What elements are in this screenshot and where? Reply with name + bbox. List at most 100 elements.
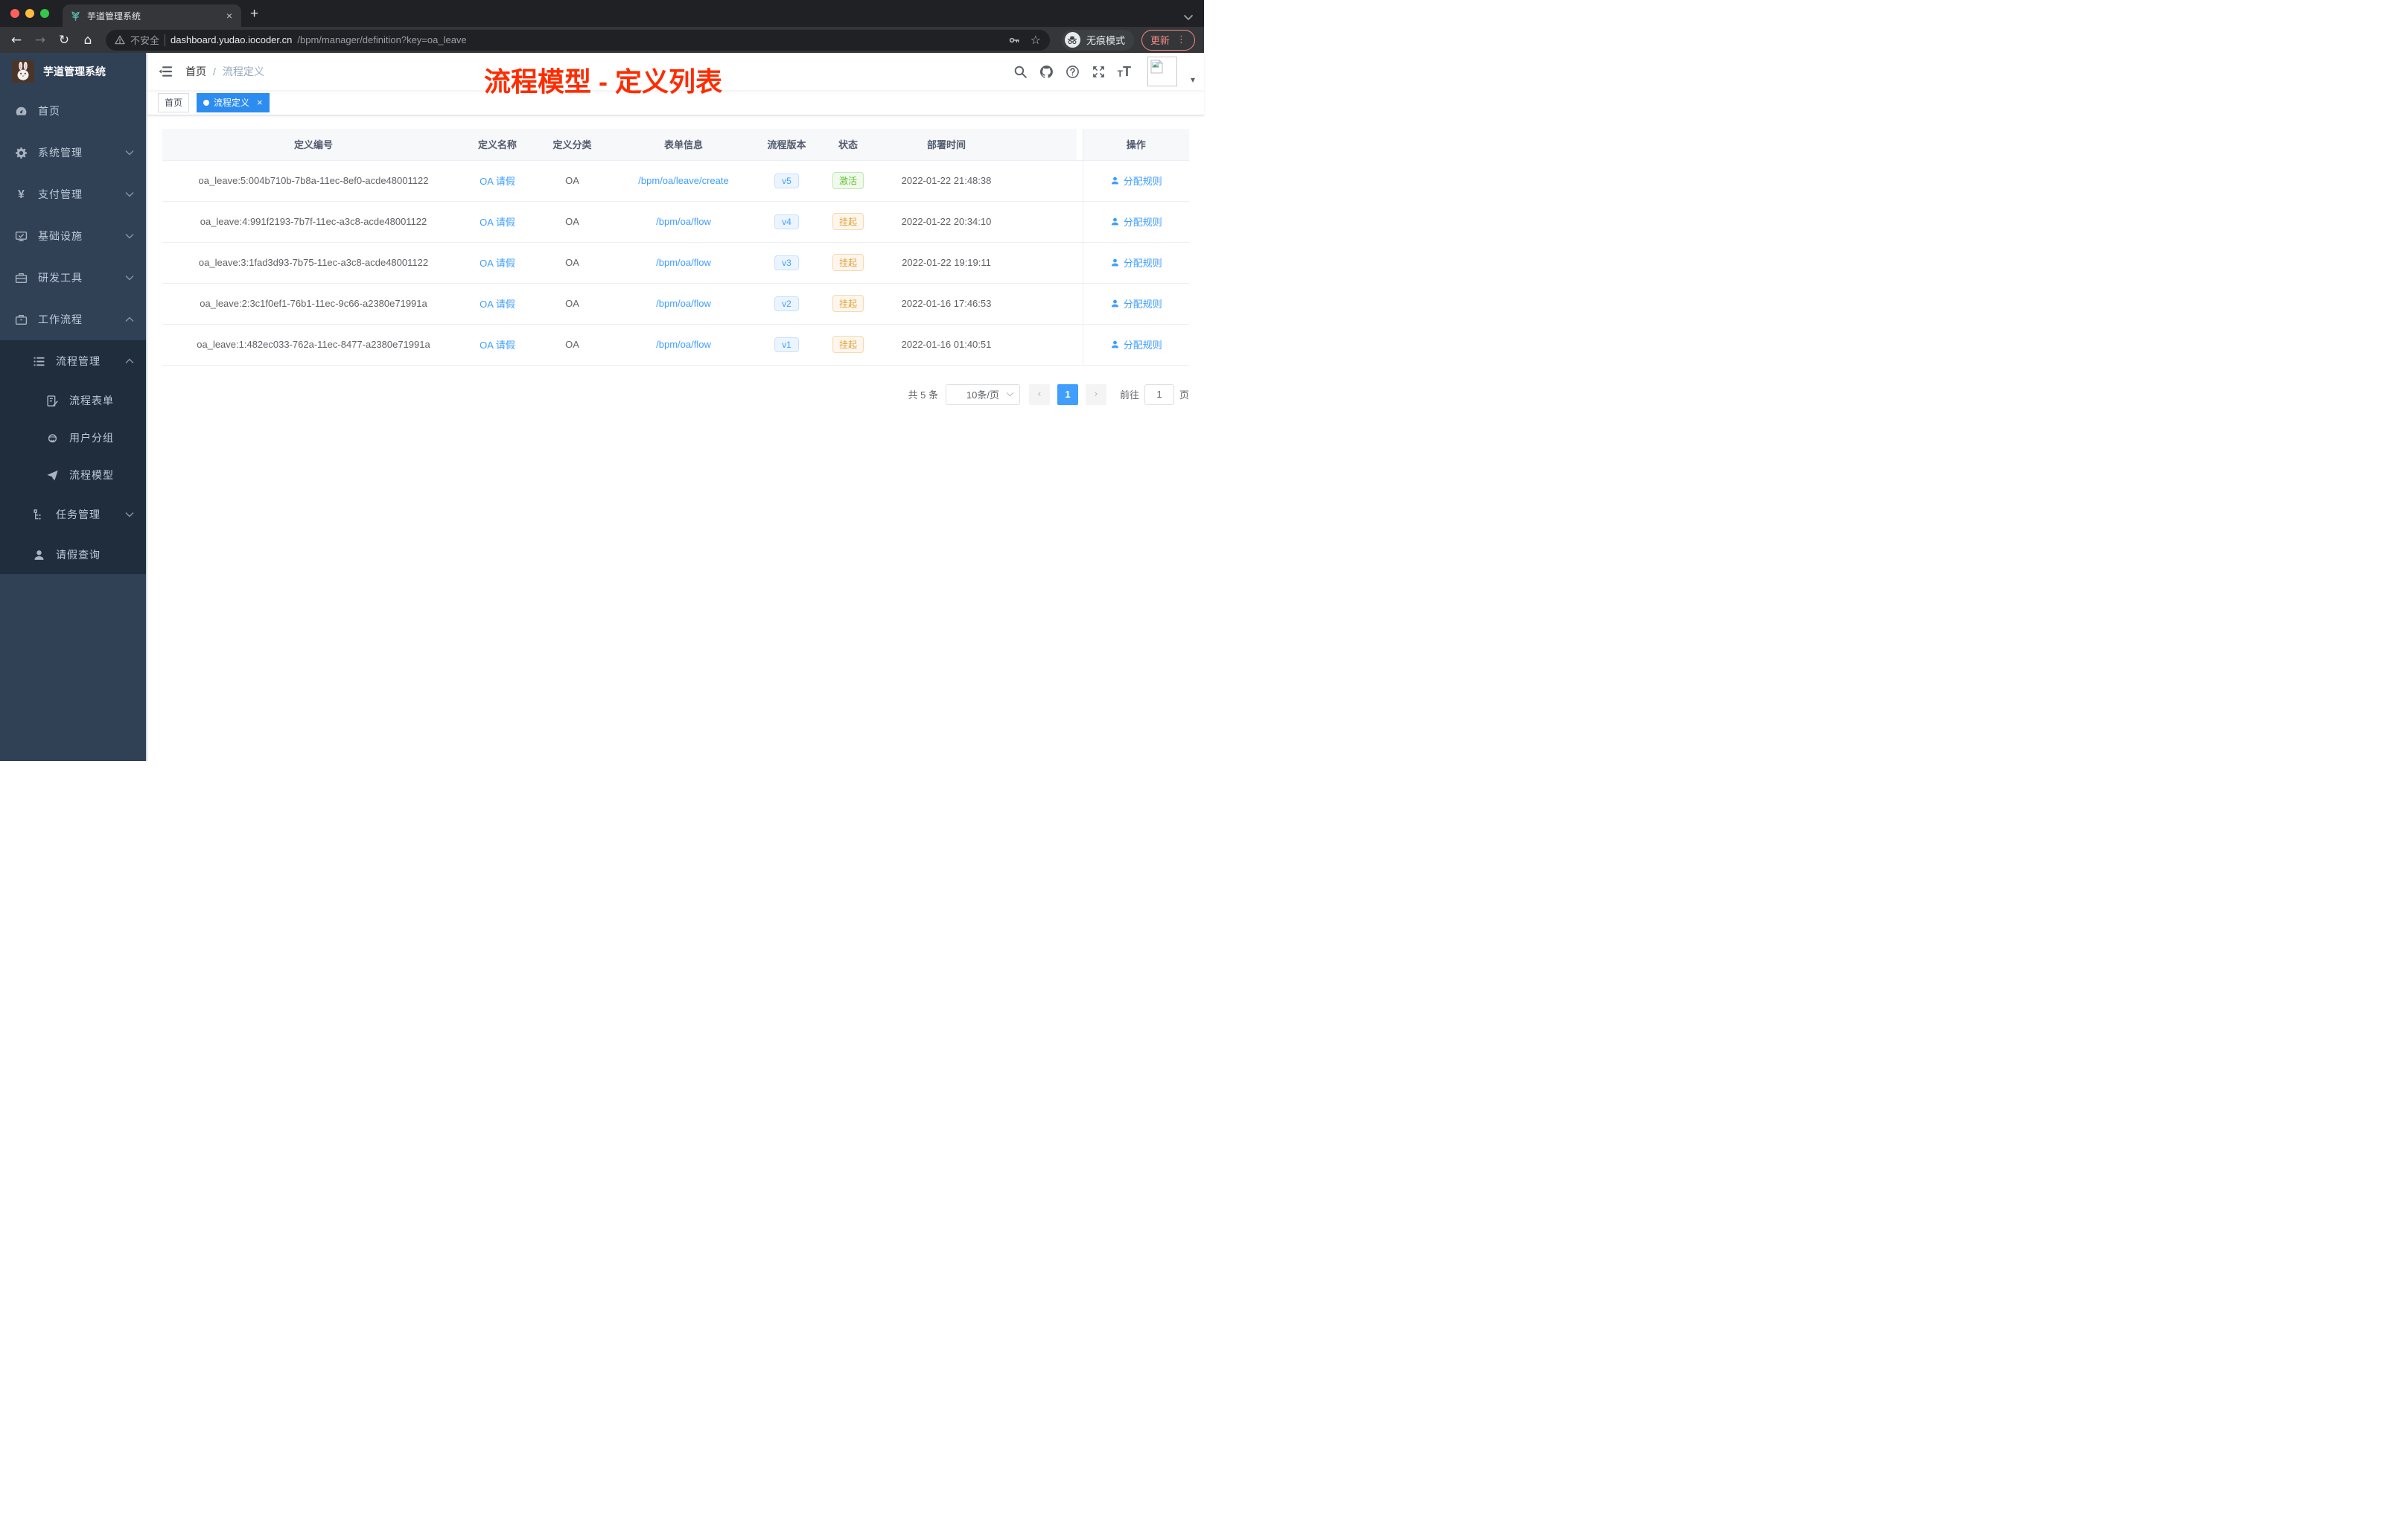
- app-root: 芋道管理系统 首页 系统管理 ¥ 支付管理 基础设施 研发工具 工作流程 流程管…: [0, 53, 1204, 761]
- page-size-select[interactable]: 10条/页: [945, 383, 1020, 405]
- tab-overflow-chevron-icon[interactable]: [1183, 14, 1194, 21]
- close-window-button[interactable]: [10, 9, 19, 18]
- cell-definition-id: oa_leave:4:991f2193-7b7f-11ec-a3c8-acde4…: [162, 201, 465, 243]
- back-button[interactable]: ←: [6, 33, 27, 48]
- form-link[interactable]: /bpm/oa/flow: [656, 298, 711, 309]
- browser-toolbar: ← → ↻ ⌂ 不安全 dashboard.yudao.iocoder.cn/b…: [0, 27, 1204, 53]
- select-caret-icon: [1006, 392, 1014, 397]
- update-button[interactable]: 更新 ⋮: [1141, 29, 1195, 51]
- version-badge: v3: [774, 255, 799, 270]
- form-link[interactable]: /bpm/oa/leave/create: [638, 175, 728, 186]
- bookmark-star-icon[interactable]: ☆: [1031, 34, 1041, 46]
- sidebar-item-payment[interactable]: ¥ 支付管理: [0, 173, 146, 215]
- cell-definition-id: oa_leave:2:3c1f0ef1-76b1-11ec-9c66-a2380…: [162, 283, 465, 325]
- definition-name-link[interactable]: OA 请假: [480, 176, 515, 187]
- table-row: oa_leave:4:991f2193-7b7f-11ec-a3c8-acde4…: [162, 201, 1189, 243]
- chevron-down-icon: [125, 276, 134, 281]
- address-bar[interactable]: 不安全 dashboard.yudao.iocoder.cn/bpm/manag…: [106, 29, 1050, 51]
- table-row: oa_leave:1:482ec033-762a-11ec-8477-a2380…: [162, 324, 1189, 366]
- avatar-dropdown-caret-icon[interactable]: ▾: [1191, 74, 1195, 86]
- favicon-sprout-icon: [71, 10, 80, 21]
- sidebar-item-process-management[interactable]: 流程管理: [0, 340, 146, 382]
- font-size-icon[interactable]: TT: [1118, 65, 1131, 78]
- briefcase-icon: [15, 314, 28, 325]
- assign-rule-link[interactable]: 分配规则: [1110, 214, 1162, 229]
- prev-page-button[interactable]: ‹: [1028, 383, 1050, 405]
- assign-rule-link[interactable]: 分配规则: [1110, 337, 1162, 351]
- assign-rule-link[interactable]: 分配规则: [1110, 173, 1162, 188]
- definition-name-link[interactable]: OA 请假: [480, 258, 515, 269]
- search-icon[interactable]: [1013, 65, 1028, 79]
- breadcrumb-home-link[interactable]: 首页: [185, 64, 206, 79]
- zoom-window-button[interactable]: [40, 9, 49, 18]
- sidebar-item-task-management[interactable]: 任务管理: [0, 494, 146, 535]
- assign-rule-link[interactable]: 分配规则: [1110, 255, 1162, 270]
- home-button[interactable]: ⌂: [77, 33, 98, 48]
- forward-button[interactable]: →: [30, 33, 51, 48]
- tag-process-definition[interactable]: 流程定义 ×: [197, 92, 270, 112]
- assign-rule-link[interactable]: 分配规则: [1110, 296, 1162, 311]
- form-link[interactable]: /bpm/oa/flow: [656, 216, 711, 227]
- fullscreen-icon[interactable]: [1092, 65, 1106, 79]
- sidebar-item-process-model[interactable]: 流程模型: [0, 456, 146, 494]
- definition-name-link[interactable]: OA 请假: [480, 340, 515, 351]
- gear-icon: [16, 147, 27, 159]
- table-row: oa_leave:5:004b710b-7b8a-11ec-8ef0-acde4…: [162, 160, 1189, 202]
- minimize-window-button[interactable]: [25, 9, 34, 18]
- next-page-button[interactable]: ›: [1085, 383, 1106, 405]
- table-header-row: 定义编号 定义名称 定义分类 表单信息 流程版本 状态 部署时间 操作: [162, 129, 1189, 161]
- update-label: 更新: [1150, 35, 1170, 46]
- cell-category: OA: [530, 324, 614, 366]
- sidebar-item-user-group[interactable]: 用户分组: [0, 419, 146, 456]
- new-tab-button[interactable]: +: [250, 4, 258, 24]
- col-deploy-time: 部署时间: [876, 129, 1017, 161]
- status-badge: 挂起: [832, 254, 864, 271]
- col-form-info: 表单信息: [614, 129, 753, 161]
- browser-tab[interactable]: 芋道管理系统 ×: [63, 4, 241, 27]
- reload-button[interactable]: ↻: [54, 33, 74, 48]
- form-pen-icon: [47, 395, 58, 407]
- app-navbar: 首页 / 流程定义 TT ▾: [147, 53, 1204, 90]
- sidebar-item-label: 首页: [38, 105, 60, 117]
- tab-close-icon[interactable]: ×: [225, 10, 234, 22]
- sidebar-item-leave-query[interactable]: 请假查询: [0, 535, 146, 574]
- monitor-check-icon: [15, 231, 28, 241]
- page-number-1[interactable]: 1: [1057, 383, 1078, 405]
- sidebar-logo[interactable]: 芋道管理系统: [0, 53, 146, 90]
- col-actions: 操作: [1082, 129, 1189, 161]
- chevron-down-icon: [125, 512, 134, 518]
- goto-page-input[interactable]: [1144, 383, 1174, 405]
- definition-name-link[interactable]: OA 请假: [480, 299, 515, 310]
- sidebar-item-system[interactable]: 系统管理: [0, 132, 146, 173]
- tag-close-icon[interactable]: ×: [257, 97, 263, 108]
- sidebar-item-home[interactable]: 首页: [0, 90, 146, 132]
- yen-icon: ¥: [18, 188, 25, 201]
- sidebar-item-workflow[interactable]: 工作流程: [0, 299, 146, 340]
- definition-name-link[interactable]: OA 请假: [480, 217, 515, 228]
- version-badge: v2: [774, 296, 799, 311]
- browser-menu-dots-icon[interactable]: ⋮: [1176, 34, 1186, 45]
- key-icon[interactable]: [1008, 34, 1020, 46]
- paper-plane-icon: [47, 470, 58, 480]
- cell-deploy-time: 2022-01-16 01:40:51: [876, 324, 1017, 366]
- help-icon[interactable]: [1066, 65, 1080, 79]
- table-row: oa_leave:3:1fad3d93-7b75-11ec-a3c8-acde4…: [162, 242, 1189, 284]
- sidebar-item-infrastructure[interactable]: 基础设施: [0, 215, 146, 257]
- table-row: oa_leave:2:3c1f0ef1-76b1-11ec-9c66-a2380…: [162, 283, 1189, 325]
- active-tag-dot: [203, 99, 210, 106]
- tag-home[interactable]: 首页: [158, 92, 190, 112]
- sidebar-item-label: 研发工具: [38, 272, 83, 284]
- github-icon[interactable]: [1039, 65, 1054, 79]
- sidebar-item-devtools[interactable]: 研发工具: [0, 257, 146, 299]
- user-avatar[interactable]: [1147, 57, 1177, 86]
- chevron-up-icon: [125, 358, 134, 363]
- broken-image-icon: [1150, 60, 1163, 74]
- breadcrumb-separator: /: [213, 66, 216, 77]
- form-link[interactable]: /bpm/oa/flow: [656, 257, 711, 268]
- incognito-label: 无痕模式: [1086, 35, 1125, 46]
- sidebar-toggle-hamburger-icon[interactable]: [159, 64, 173, 79]
- form-link[interactable]: /bpm/oa/flow: [656, 339, 711, 350]
- sidebar-item-process-form[interactable]: 流程表单: [0, 382, 146, 419]
- cell-category: OA: [530, 201, 614, 243]
- sidebar-item-label: 支付管理: [38, 188, 83, 200]
